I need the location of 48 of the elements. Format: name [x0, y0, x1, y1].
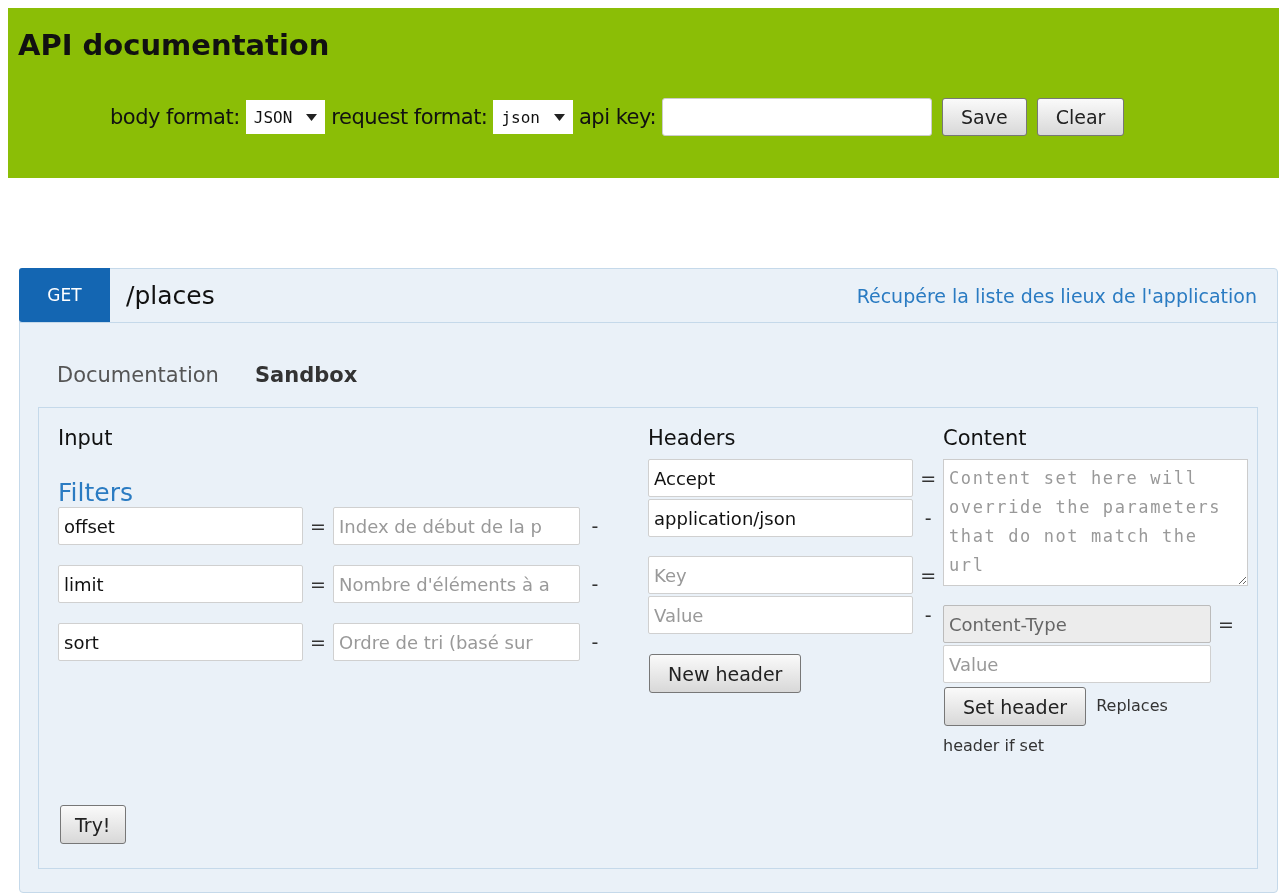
api-key-label: api key:: [579, 105, 656, 129]
api-key-field[interactable]: [662, 98, 932, 136]
method-badge: GET: [19, 268, 110, 322]
equals-sign: =: [1217, 613, 1235, 635]
content-value-field[interactable]: Value: [943, 645, 1211, 683]
filters-heading: Filters: [58, 478, 133, 507]
content-heading: Content: [943, 426, 1027, 450]
set-header-note: header if set: [943, 736, 1045, 755]
remove-filter-link[interactable]: -: [580, 573, 610, 595]
request-format-select[interactable]: json: [493, 100, 573, 134]
endpoint-path: /places: [126, 281, 215, 310]
header-value-field[interactable]: application/json: [648, 499, 914, 537]
filter-value-field[interactable]: Nombre d'éléments à a: [333, 565, 580, 603]
try-button[interactable]: Try!: [60, 805, 126, 844]
remove-filter-link[interactable]: -: [580, 631, 610, 653]
content-field[interactable]: Content set here will override the parameters that do not match the url: [943, 459, 1248, 586]
set-header-note: Replaces: [1096, 696, 1168, 715]
equals-sign: =: [309, 573, 327, 595]
clear-button[interactable]: Clear: [1036, 98, 1125, 136]
header-value-field[interactable]: Value: [648, 596, 914, 634]
remove-filter-link[interactable]: -: [580, 515, 610, 537]
save-button[interactable]: Save: [942, 98, 1027, 136]
set-header-button[interactable]: Set header: [944, 687, 1087, 726]
body-format-select[interactable]: JSON: [245, 100, 326, 134]
filter-name-field[interactable]: limit: [58, 565, 303, 603]
new-header-button[interactable]: New header: [649, 654, 802, 693]
filter-value-field[interactable]: Ordre de tri (basé sur: [333, 623, 580, 661]
headers-heading: Headers: [648, 426, 736, 450]
input-heading: Input: [58, 426, 113, 450]
caret-icon: [554, 113, 565, 121]
remove-header-link[interactable]: -: [913, 507, 943, 529]
remove-header-link[interactable]: -: [913, 604, 943, 626]
header-key-field[interactable]: Key: [648, 556, 914, 594]
page-title: API documentation: [18, 28, 331, 62]
equals-sign: =: [309, 515, 327, 537]
tab[interactable]: Documentation: [57, 363, 219, 387]
equals-sign: =: [309, 631, 327, 653]
filter-name-field[interactable]: offset: [58, 507, 303, 545]
caret-icon: [306, 113, 318, 121]
body-format-label: body format:: [110, 105, 240, 129]
equals-sign: =: [919, 564, 938, 586]
header-key-field[interactable]: Accept: [648, 459, 914, 497]
equals-sign: =: [919, 467, 938, 489]
filter-value-field[interactable]: Index de début de la p: [333, 507, 580, 545]
request-format-label: request format:: [331, 105, 488, 129]
endpoint-description-link[interactable]: Récupére la liste des lieux de l'application: [856, 284, 1257, 307]
filter-name-field[interactable]: sort: [58, 623, 303, 661]
tab[interactable]: Sandbox: [254, 363, 358, 387]
